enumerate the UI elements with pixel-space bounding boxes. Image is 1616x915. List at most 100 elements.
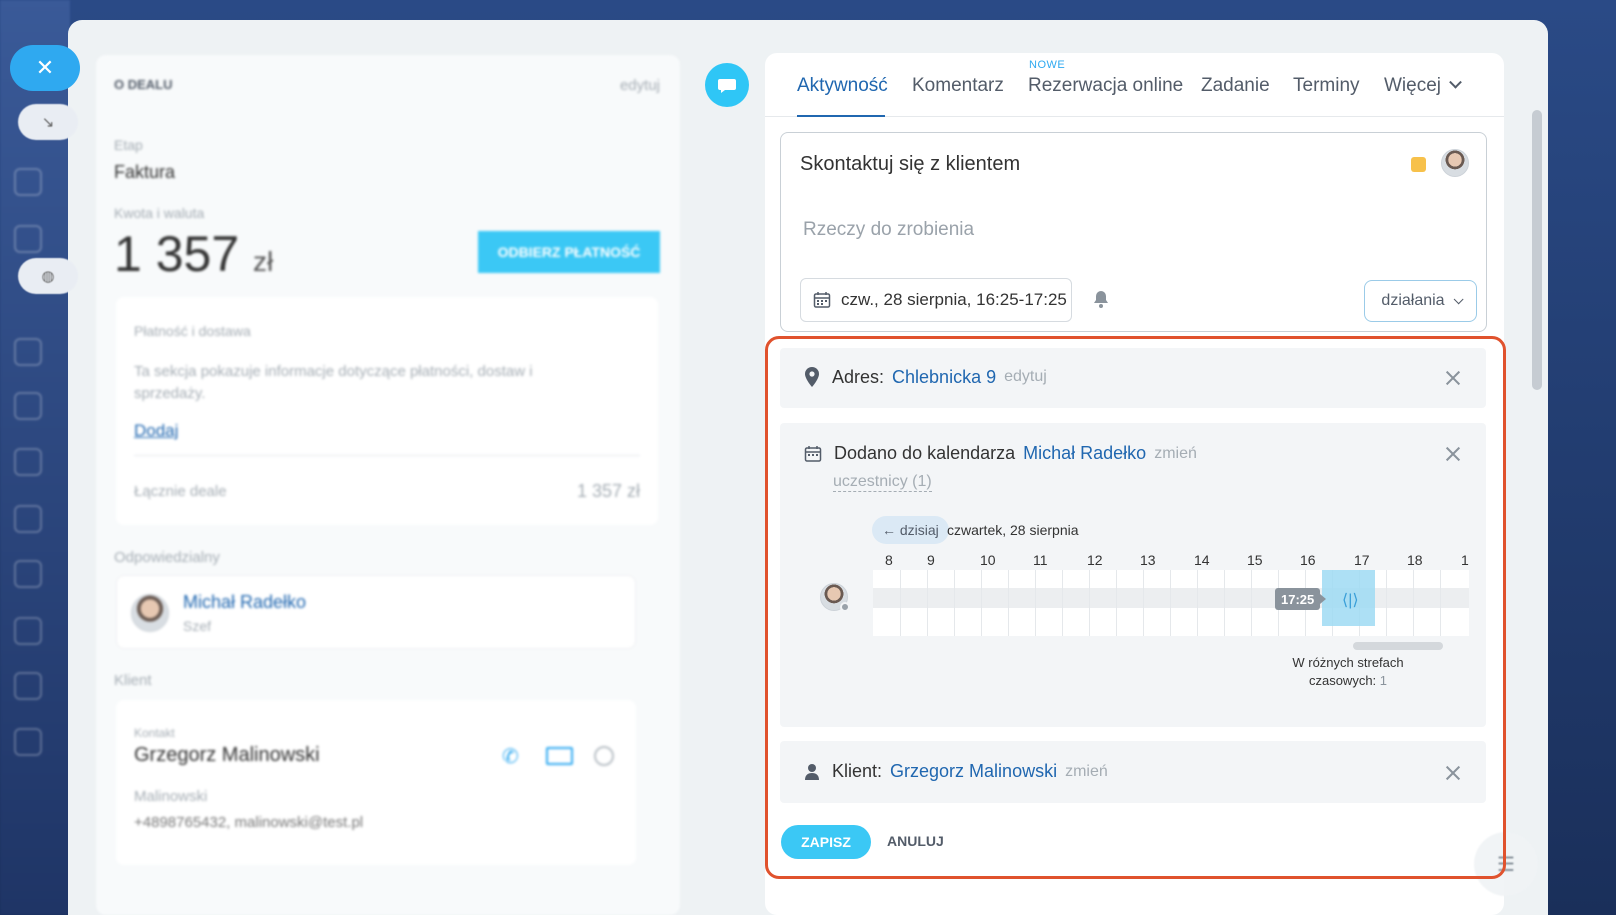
hour-label: 1: [1461, 552, 1469, 568]
contact-name[interactable]: Grzegorz Malinowski: [134, 744, 320, 767]
activity-title[interactable]: Skontaktuj się z klientem: [800, 153, 1020, 176]
responsible-label: Odpowiedzialny: [114, 549, 220, 566]
calendar-row: Dodano do kalendarza Michał Radełko zmie…: [804, 443, 1197, 464]
close-icon: ✕: [35, 55, 55, 80]
nav-icon[interactable]: [14, 338, 42, 366]
date-value: czw., 28 sierpnia, 16:25-17:25: [841, 290, 1067, 309]
stage-label: Etap: [114, 137, 143, 153]
nav-icon[interactable]: [14, 617, 42, 645]
tab-deadlines[interactable]: Terminy: [1293, 75, 1360, 97]
location-pin-icon: [804, 366, 820, 388]
deal-edit-link[interactable]: edytuj: [620, 77, 660, 94]
grid-line: [1116, 570, 1117, 636]
remove-address-icon[interactable]: [1446, 371, 1460, 385]
avatar: [131, 594, 169, 632]
client-label: Klient: [114, 672, 152, 689]
grid-line: [1143, 570, 1144, 636]
calendar-icon: [804, 445, 822, 463]
responsible-card[interactable]: Michał Radełko Szef: [116, 575, 636, 649]
total-value: 1 357 zł: [576, 481, 640, 501]
hour-label: 11: [1033, 552, 1048, 568]
close-slider-button[interactable]: ✕: [10, 45, 80, 91]
grid-line: [927, 570, 928, 636]
timezone-count: 1: [1379, 673, 1388, 688]
calendar-user-link[interactable]: Michał Radełko: [1023, 443, 1146, 464]
timeline-band: [873, 588, 1469, 608]
phone-icon[interactable]: ✆: [502, 744, 519, 769]
nav-icon[interactable]: [14, 560, 42, 588]
menu-button[interactable]: ☰: [1474, 832, 1538, 896]
deal-info-column: O DEALU edytuj Etap Faktura Kwota i walu…: [96, 55, 680, 915]
availability-grid[interactable]: ⟨|⟩ 17:25: [873, 570, 1469, 636]
hour-label: 8: [885, 552, 893, 568]
timezone-note-line-2: czasowych:: [1308, 673, 1377, 688]
amount-number: 1 357: [114, 226, 240, 282]
panel-scrollbar[interactable]: [1532, 110, 1542, 390]
mail-icon[interactable]: [546, 747, 573, 765]
color-flag[interactable]: [1411, 157, 1426, 172]
timezone-note-line-1: W różnych strefach: [1292, 655, 1404, 670]
chevron-down-icon: [1449, 75, 1462, 89]
arrow-down-right-icon: ↘: [41, 114, 55, 131]
remove-client-icon[interactable]: [1446, 766, 1460, 780]
actions-label: działania: [1381, 292, 1445, 309]
hour-label: 10: [980, 552, 996, 568]
total-label: Łącznie deale: [134, 483, 227, 500]
remove-calendar-icon[interactable]: [1446, 447, 1460, 461]
responsible-name[interactable]: Michał Radełko: [183, 592, 306, 613]
calendar-block: Dodano do kalendarza Michał Radełko zmie…: [780, 423, 1486, 727]
minimize-button[interactable]: ↘: [18, 104, 78, 140]
bell-icon[interactable]: [1092, 289, 1110, 309]
hour-label: 17: [1354, 552, 1370, 568]
grid-line: [1062, 570, 1063, 636]
nav-icon[interactable]: [14, 672, 42, 700]
client-card: Kontakt Grzegorz Malinowski ✆ Malinowski…: [116, 700, 636, 865]
tab-online-booking[interactable]: Rezerwacja online: [1028, 75, 1183, 97]
nav-icon[interactable]: [14, 448, 42, 476]
nav-icon[interactable]: [14, 168, 42, 196]
address-edit-link[interactable]: edytuj: [1004, 368, 1047, 386]
address-link[interactable]: Chlebnicka 9: [892, 367, 996, 388]
hour-label: 13: [1140, 552, 1156, 568]
hour-label: 16: [1300, 552, 1316, 568]
globe-icon: ◍: [41, 268, 55, 285]
calendar-label: Dodano do kalendarza: [834, 443, 1016, 463]
date-picker[interactable]: czw., 28 sierpnia, 16:25-17:25: [800, 278, 1072, 322]
list-icon: ☰: [1497, 853, 1515, 876]
nav-icon[interactable]: [14, 225, 42, 253]
tab-comment[interactable]: Komentarz: [912, 75, 1004, 97]
payment-add-link[interactable]: Dodaj: [134, 421, 178, 441]
timezone-note: W różnych strefach czasowych: 1: [1280, 654, 1416, 690]
client-link[interactable]: Grzegorz Malinowski: [890, 761, 1057, 782]
hour-label: 15: [1247, 552, 1263, 568]
address-block: Adres: Chlebnicka 9 edytuj: [780, 348, 1486, 408]
chat-icon[interactable]: [594, 746, 614, 766]
today-button[interactable]: ← dzisiaj: [872, 516, 949, 544]
timeline-scrollbar[interactable]: [1353, 642, 1443, 650]
activity-tabs: NOWE Aktywność Komentarz Rezerwacja onli…: [765, 53, 1504, 117]
resize-handle-icon[interactable]: ⟨|⟩: [1342, 590, 1359, 610]
grid-line: [1197, 570, 1198, 636]
nav-icon[interactable]: [14, 392, 42, 420]
cancel-button[interactable]: ANULUJ: [887, 833, 944, 849]
client-change-link[interactable]: zmień: [1065, 763, 1108, 781]
calendar-change-link[interactable]: zmień: [1154, 445, 1197, 463]
receive-payment-button[interactable]: ODBIERZ PŁATNOŚĆ: [478, 231, 660, 273]
actions-dropdown[interactable]: działania: [1364, 280, 1477, 322]
payment-title: Płatność i dostawa: [134, 323, 251, 339]
client-block: Klient: Grzegorz Malinowski zmień: [780, 741, 1486, 803]
globe-button[interactable]: ◍: [18, 258, 78, 294]
nav-icon[interactable]: [14, 505, 42, 533]
nav-icon[interactable]: [14, 728, 42, 756]
stage-value[interactable]: Faktura: [114, 162, 175, 183]
tab-more[interactable]: Więcej: [1384, 75, 1462, 97]
save-button[interactable]: ZAPISZ: [781, 825, 871, 859]
todo-input[interactable]: Rzeczy do zrobienia: [803, 219, 974, 241]
participants-link[interactable]: uczestnicy (1): [833, 473, 932, 492]
amount-value: 1 357 zł: [114, 225, 273, 283]
responsible-avatar[interactable]: [1441, 149, 1469, 177]
tab-activity[interactable]: Aktywność: [797, 75, 888, 97]
address-label: Adres:: [832, 366, 885, 387]
contact-label: Kontakt: [134, 726, 175, 740]
tab-task[interactable]: Zadanie: [1201, 75, 1270, 97]
